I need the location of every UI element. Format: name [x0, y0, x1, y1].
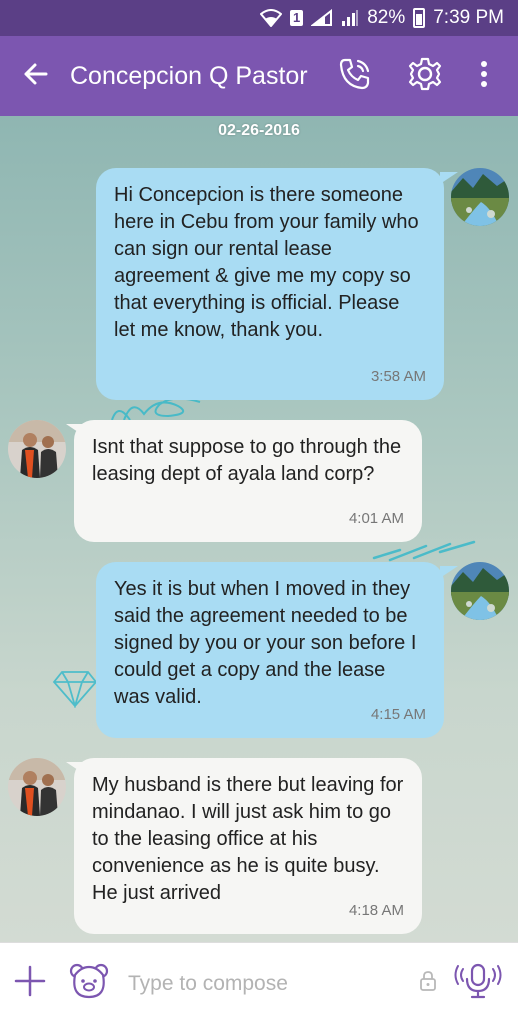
settings-button[interactable] [390, 36, 460, 116]
bear-sticker-icon [69, 963, 109, 1004]
message-bubble-incoming[interactable]: Isnt that suppose to go through the leas… [74, 420, 422, 542]
voice-message-button[interactable] [448, 943, 508, 1024]
secret-chat-button[interactable] [408, 943, 448, 1024]
arrow-back-icon [22, 62, 48, 91]
sticker-button[interactable] [60, 943, 118, 1024]
message-text: Hi Concepcion is there someone here in C… [114, 184, 419, 341]
contact-photo [8, 758, 66, 816]
own-avatar[interactable] [451, 562, 509, 620]
call-button[interactable] [320, 36, 390, 116]
message-time: 4:18 AM [348, 902, 404, 919]
wifi-icon [259, 9, 282, 27]
landscape-avatar-image [451, 168, 509, 226]
conversation-title[interactable]: Concepcion Q Pastor [70, 62, 320, 91]
clock: 7:39 PM [433, 7, 504, 28]
phone-icon [337, 56, 373, 97]
battery-icon [413, 8, 426, 28]
signal-icon-2 [341, 9, 359, 27]
message-bubble-outgoing[interactable]: Hi Concepcion is there someone here in C… [96, 168, 444, 400]
microphone-icon [454, 963, 502, 1004]
message-text: Yes it is but when I moved in they said … [114, 578, 417, 708]
contact-avatar[interactable] [8, 758, 66, 816]
back-button[interactable] [0, 36, 70, 116]
app-bar: Concepcion Q Pastor [0, 36, 518, 116]
message-text: My husband is there but leaving for mind… [92, 774, 404, 904]
message-time: 3:58 AM [370, 368, 426, 385]
own-avatar[interactable] [451, 168, 509, 226]
compose-input[interactable] [118, 963, 408, 1004]
sim-indicator: 1 [289, 10, 304, 26]
contact-avatar[interactable] [8, 420, 66, 478]
more-options-button[interactable] [460, 36, 508, 116]
diamond-doodle [52, 671, 98, 708]
plus-icon [14, 965, 46, 1002]
status-bar: 1 82% 7:39 PM [0, 0, 518, 36]
message-time: 4:01 AM [348, 510, 404, 527]
date-separator: 02-26-2016 [218, 122, 300, 139]
message-text: Isnt that suppose to go through the leas… [92, 436, 402, 485]
signal-icon [311, 9, 333, 27]
message-bubble-incoming[interactable]: My husband is there but leaving for mind… [74, 758, 422, 934]
battery-percent: 82% [367, 7, 406, 28]
gear-icon [407, 56, 443, 97]
message-time: 4:15 AM [370, 706, 426, 723]
landscape-avatar-image [451, 562, 509, 620]
more-vert-icon [480, 60, 488, 92]
lock-icon [419, 970, 437, 997]
compose-bar [0, 942, 518, 1024]
add-attachment-button[interactable] [0, 943, 60, 1024]
message-bubble-outgoing[interactable]: Yes it is but when I moved in they said … [96, 562, 444, 738]
chat-area[interactable]: 02-26-2016 Hi Concepcion is there someon… [0, 116, 518, 942]
contact-photo [8, 420, 66, 478]
